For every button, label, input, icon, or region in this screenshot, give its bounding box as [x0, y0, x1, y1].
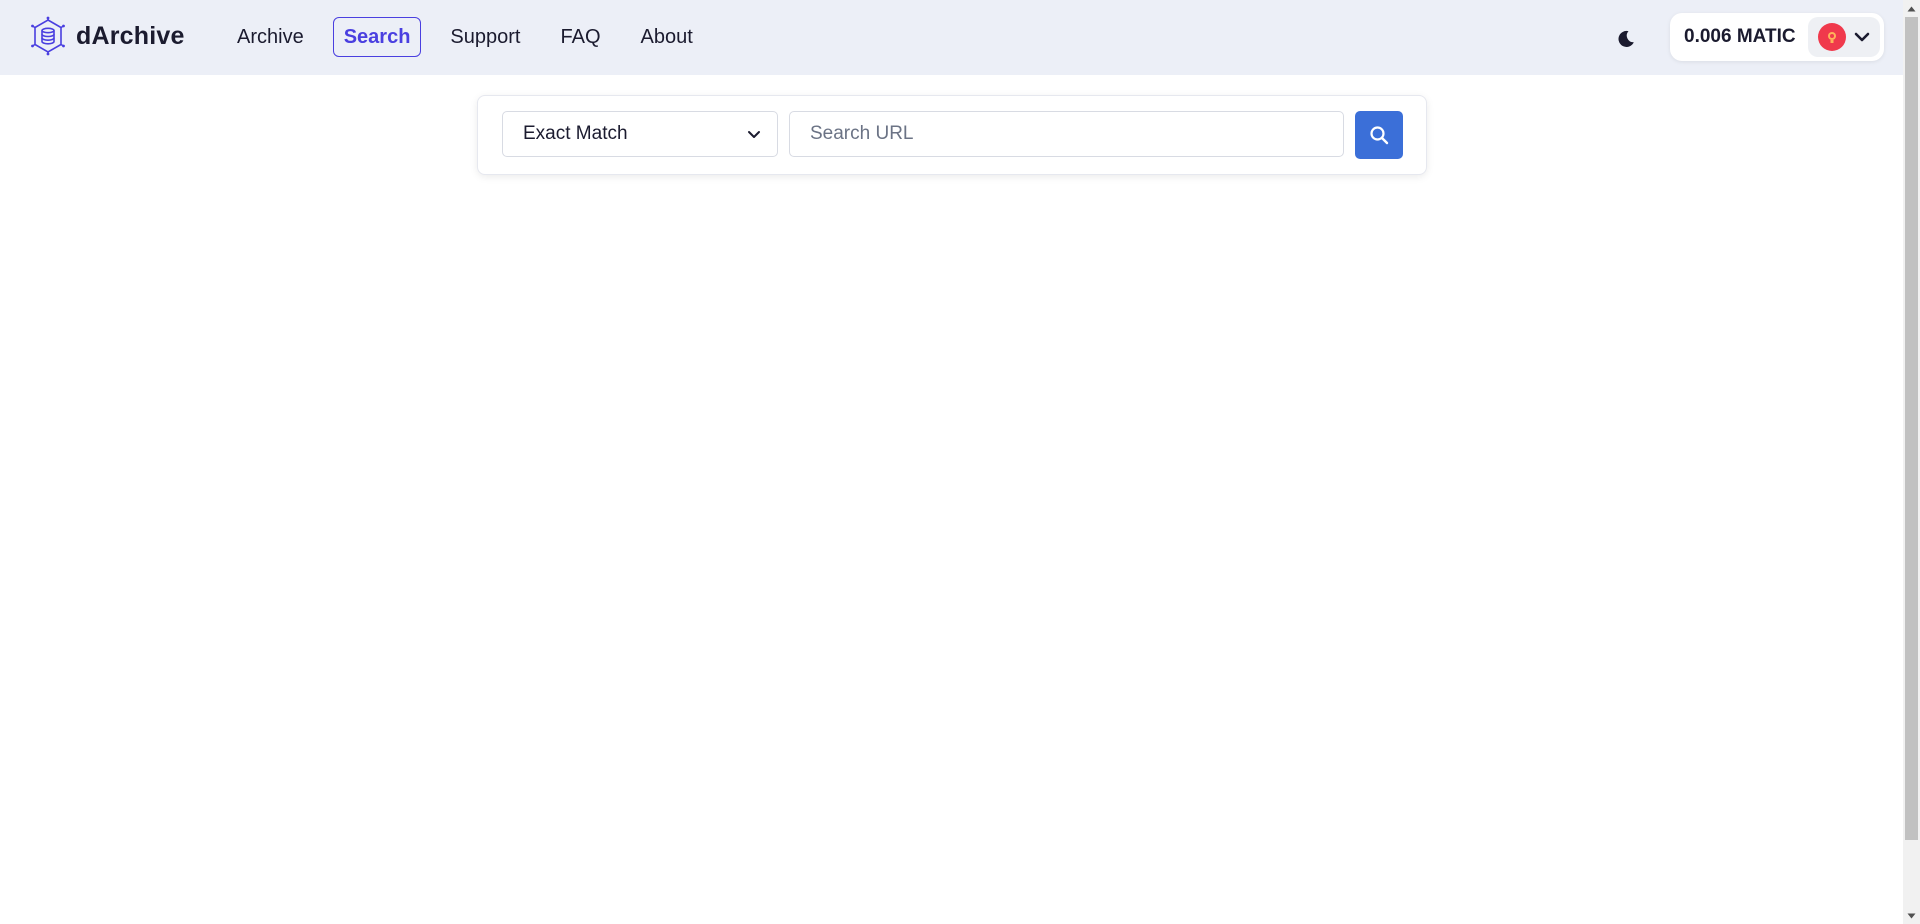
brand-logo[interactable]: dArchive: [28, 16, 185, 56]
moon-icon: [1618, 30, 1634, 47]
scroll-up-arrow[interactable]: [1903, 0, 1920, 17]
brand-name: dArchive: [76, 21, 185, 50]
top-navbar: dArchive Archive Search Support FAQ Abou…: [0, 0, 1903, 75]
account-menu[interactable]: [1807, 17, 1880, 57]
nav-faq[interactable]: FAQ: [549, 17, 611, 57]
wallet-button[interactable]: 0.006 MATIC: [1670, 13, 1884, 61]
search-button[interactable]: [1355, 111, 1403, 159]
search-panel: Exact Match: [477, 95, 1427, 175]
avatar-icon: [1817, 23, 1846, 51]
chevron-down-icon: [1854, 32, 1869, 42]
chevron-down-icon: [748, 130, 760, 138]
logo-icon: [31, 16, 65, 56]
theme-toggle-button[interactable]: [1612, 25, 1640, 53]
wallet-balance: 0.006 MATIC: [1684, 26, 1796, 47]
match-type-select[interactable]: Exact Match: [502, 111, 778, 157]
main-nav: Archive Search Support FAQ About: [226, 17, 722, 57]
scroll-down-arrow[interactable]: [1903, 907, 1920, 924]
search-url-input[interactable]: [789, 111, 1344, 157]
nav-search[interactable]: Search: [332, 17, 422, 57]
nav-support[interactable]: Support: [439, 17, 531, 57]
match-type-value: Exact Match: [523, 123, 628, 144]
page-scrollbar[interactable]: [1903, 0, 1920, 924]
scroll-thumb[interactable]: [1905, 17, 1918, 840]
nav-about[interactable]: About: [630, 17, 704, 57]
nav-archive[interactable]: Archive: [226, 17, 315, 57]
search-icon: [1370, 126, 1389, 145]
